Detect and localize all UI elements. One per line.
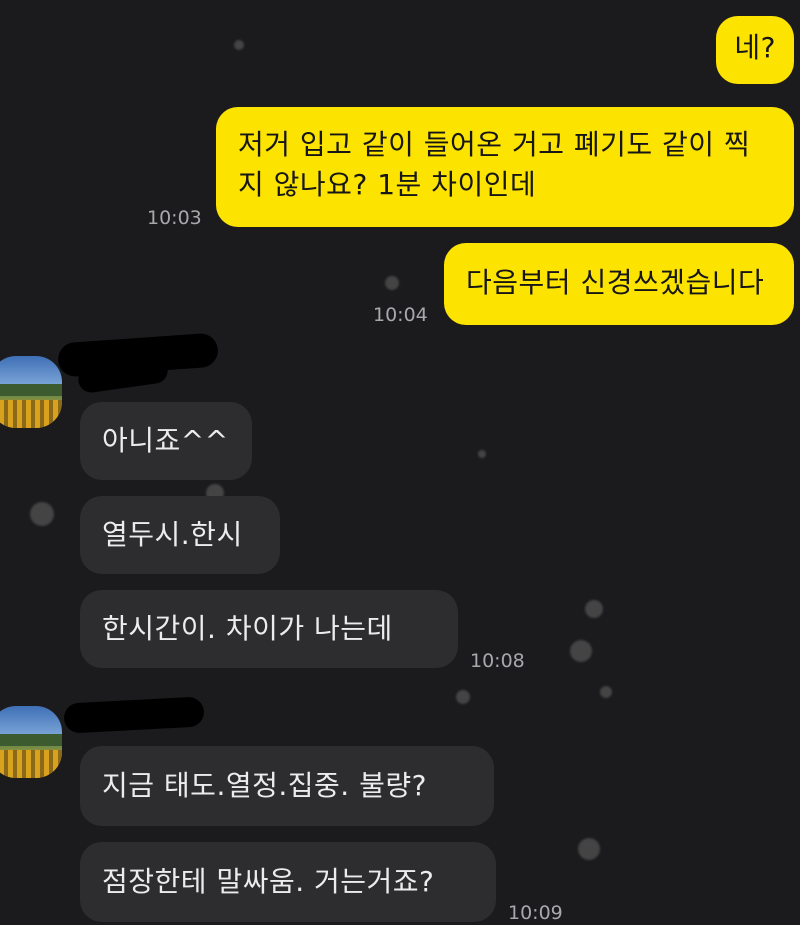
background-dot bbox=[578, 838, 600, 860]
redacted-name bbox=[63, 696, 205, 734]
message-timestamp: 10:04 bbox=[373, 304, 428, 326]
their-message-bubble[interactable]: 아니죠^^ bbox=[80, 402, 252, 480]
message-text: 한시간이. 차이가 나는데 bbox=[102, 612, 393, 645]
background-dot bbox=[585, 600, 603, 618]
message-text: 저거 입고 같이 들어온 거고 폐기도 같이 찍 bbox=[238, 128, 751, 161]
message-text: 점장한테 말싸움. 거는거죠? bbox=[102, 865, 435, 898]
background-dot bbox=[30, 502, 54, 526]
message-text: 지 않나요? 1분 차이인데 bbox=[238, 168, 537, 201]
my-message-bubble[interactable]: 네? bbox=[716, 16, 794, 84]
background-dot bbox=[385, 276, 399, 290]
my-message-bubble[interactable]: 다음부터 신경쓰겠습니다 bbox=[444, 243, 794, 325]
message-text: 지금 태도.열정.집중. 불량? bbox=[102, 769, 427, 802]
their-message-bubble[interactable]: 지금 태도.열정.집중. 불량? bbox=[80, 746, 494, 826]
avatar[interactable] bbox=[0, 356, 62, 428]
message-text: 다음부터 신경쓰겠습니다 bbox=[466, 266, 765, 299]
message-timestamp: 10:08 bbox=[470, 650, 525, 672]
their-message-bubble[interactable]: 점장한테 말싸움. 거는거죠? bbox=[80, 842, 496, 922]
background-dot bbox=[478, 450, 486, 458]
background-dot bbox=[456, 690, 470, 704]
background-dot bbox=[600, 686, 612, 698]
their-message-bubble[interactable]: 한시간이. 차이가 나는데 bbox=[80, 590, 458, 668]
message-timestamp: 10:03 bbox=[147, 207, 202, 229]
my-message-bubble[interactable]: 저거 입고 같이 들어온 거고 폐기도 같이 찍 지 않나요? 1분 차이인데 bbox=[216, 107, 794, 227]
chat-screen: { "messages": { "m1": {"text": "네?"}, "m… bbox=[0, 0, 800, 925]
avatar[interactable] bbox=[0, 706, 62, 778]
message-text: 네? bbox=[734, 31, 776, 64]
message-text: 아니죠^^ bbox=[102, 424, 229, 457]
background-dot bbox=[234, 40, 244, 50]
background-dot bbox=[570, 640, 592, 662]
message-timestamp: 10:09 bbox=[508, 902, 563, 924]
their-message-bubble[interactable]: 열두시.한시 bbox=[80, 496, 280, 574]
message-text: 열두시.한시 bbox=[102, 518, 243, 551]
